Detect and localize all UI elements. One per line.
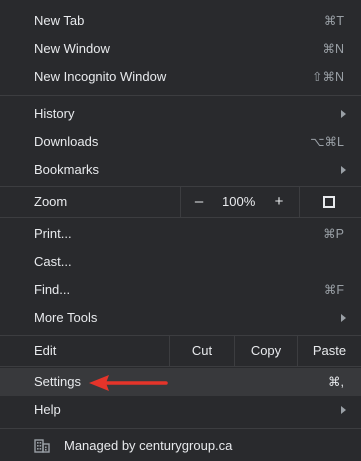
menu-item-bookmarks[interactable]: Bookmarks [0,156,361,184]
downloads-label: Downloads [34,134,99,149]
red-arrow-annotation [89,375,168,391]
edit-label: Edit [34,343,57,358]
cut-button[interactable]: Cut [170,336,234,366]
menu-item-settings[interactable]: Settings ⌘, [0,368,361,396]
managed-by-footer[interactable]: Managed by centurygroup.ca [0,430,361,461]
submenu-arrow-icon [341,314,346,322]
menu-item-cast[interactable]: Cast... [0,248,361,276]
menu-item-new-tab[interactable]: New Tab ⌘T [0,7,361,35]
more-tools-label: More Tools [34,310,98,325]
menu-item-new-incognito-window[interactable]: New Incognito Window ⇧⌘N [0,63,361,91]
cast-label: Cast... [34,254,72,269]
divider [299,187,300,217]
paste-button[interactable]: Paste [298,336,361,366]
find-label: Find... [34,282,71,297]
menu-item-downloads[interactable]: Downloads ⌥⌘L [0,128,361,156]
downloads-shortcut: ⌥⌘L [310,135,344,149]
new-window-label: New Window [34,41,110,56]
history-label: History [34,106,75,121]
building-icon [34,439,50,453]
menu-item-help[interactable]: Help [0,396,361,424]
menu-item-new-window[interactable]: New Window ⌘N [0,35,361,63]
print-shortcut: ⌘P [323,227,344,241]
zoom-level: 100% [222,194,256,209]
fullscreen-icon[interactable] [323,196,335,208]
menu-item-more-tools[interactable]: More Tools [0,304,361,332]
submenu-arrow-icon [341,406,346,414]
separator [0,95,361,96]
new-tab-label: New Tab [34,13,85,28]
find-shortcut: ⌘F [323,283,344,297]
submenu-arrow-icon [341,166,346,174]
help-label: Help [34,402,61,417]
zoom-out-button[interactable]: – [186,187,212,217]
zoom-label: Zoom [34,194,68,209]
separator [0,217,361,218]
menu-item-find[interactable]: Find... ⌘F [0,276,361,304]
menu-item-print[interactable]: Print... ⌘P [0,220,361,248]
separator [0,366,361,367]
new-incognito-label: New Incognito Window [34,69,167,84]
settings-label: Settings [34,374,81,389]
submenu-arrow-icon [341,110,346,118]
bookmarks-label: Bookmarks [34,162,100,177]
new-window-shortcut: ⌘N [322,42,344,56]
copy-button[interactable]: Copy [235,336,297,366]
separator [0,428,361,429]
chrome-main-menu: New Tab ⌘T New Window ⌘N New Incognito W… [0,0,361,461]
zoom-in-button[interactable]: + [267,187,291,217]
settings-shortcut: ⌘, [328,375,344,389]
new-tab-shortcut: ⌘T [323,14,344,28]
new-incognito-shortcut: ⇧⌘N [311,70,344,84]
menu-row-edit: Edit Cut Copy Paste [0,336,361,366]
menu-item-history[interactable]: History [0,100,361,128]
managed-by-label: Managed by centurygroup.ca [64,438,233,453]
menu-row-zoom: Zoom – 100% + [0,187,361,217]
divider [180,187,181,217]
print-label: Print... [34,226,72,241]
